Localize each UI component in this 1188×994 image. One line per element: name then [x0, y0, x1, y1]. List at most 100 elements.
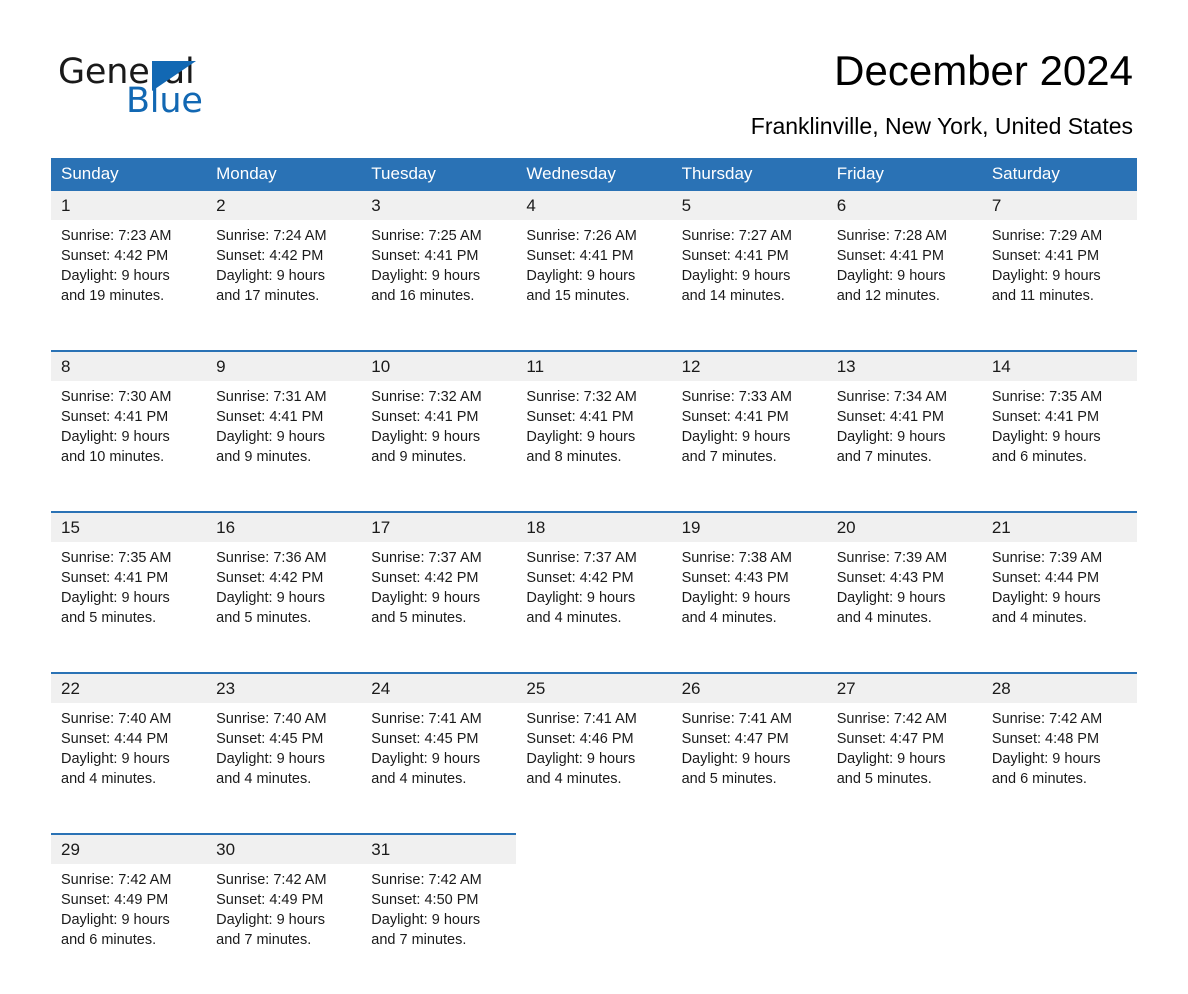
day-number[interactable]: 31: [361, 833, 517, 864]
day-cell[interactable]: Sunrise: 7:23 AM Sunset: 4:42 PM Dayligh…: [51, 220, 207, 351]
day-cell[interactable]: Sunrise: 7:40 AM Sunset: 4:45 PM Dayligh…: [206, 703, 362, 834]
sunrise-text: Sunrise: 7:42 AM: [836, 711, 948, 727]
daylight-text-line1: Daylight: 9 hours: [61, 268, 170, 284]
day-cell[interactable]: Sunrise: 7:33 AM Sunset: 4:41 PM Dayligh…: [671, 381, 827, 512]
day-cell[interactable]: Sunrise: 7:41 AM Sunset: 4:45 PM Dayligh…: [361, 703, 517, 834]
sunrise-text: Sunrise: 7:24 AM: [216, 228, 327, 244]
day-number[interactable]: 1: [51, 191, 207, 220]
day-number[interactable]: 6: [826, 191, 982, 220]
sunrise-text: Sunrise: 7:31 AM: [216, 389, 327, 405]
sunrise-text: Sunrise: 7:42 AM: [216, 872, 327, 888]
day-cell[interactable]: Sunrise: 7:25 AM Sunset: 4:41 PM Dayligh…: [361, 220, 517, 351]
day-cell[interactable]: Sunrise: 7:35 AM Sunset: 4:41 PM Dayligh…: [981, 381, 1137, 512]
daylight-text-line2: and 4 minutes.: [216, 771, 312, 787]
day-number[interactable]: 7: [981, 191, 1137, 220]
day-number[interactable]: 9: [206, 350, 362, 381]
day-number[interactable]: 28: [981, 672, 1137, 703]
day-cell[interactable]: Sunrise: 7:32 AM Sunset: 4:41 PM Dayligh…: [361, 381, 517, 512]
day-cell-empty: [516, 864, 672, 994]
day-number[interactable]: 22: [51, 672, 207, 703]
day-cell[interactable]: Sunrise: 7:32 AM Sunset: 4:41 PM Dayligh…: [516, 381, 672, 512]
daylight-text-line2: and 7 minutes.: [836, 449, 932, 465]
daylight-text-line2: and 4 minutes.: [61, 771, 157, 787]
daylight-text-line2: and 15 minutes.: [526, 288, 630, 304]
day-cell[interactable]: Sunrise: 7:42 AM Sunset: 4:49 PM Dayligh…: [206, 864, 362, 994]
day-cell[interactable]: Sunrise: 7:37 AM Sunset: 4:42 PM Dayligh…: [361, 542, 517, 673]
day-number[interactable]: 11: [516, 350, 672, 381]
sunset-text: Sunset: 4:41 PM: [371, 248, 479, 264]
sunset-text: Sunset: 4:46 PM: [526, 731, 634, 747]
weekday-header-thursday: Thursday: [671, 158, 827, 191]
daylight-text-line1: Daylight: 9 hours: [991, 751, 1101, 767]
location-subtitle: Franklinville, New York, United States: [750, 113, 1133, 139]
page-title: December 2024: [834, 47, 1133, 94]
day-number[interactable]: 18: [516, 511, 672, 542]
day-number[interactable]: 19: [671, 511, 827, 542]
day-cell[interactable]: Sunrise: 7:28 AM Sunset: 4:41 PM Dayligh…: [826, 220, 982, 351]
day-cell[interactable]: Sunrise: 7:39 AM Sunset: 4:44 PM Dayligh…: [981, 542, 1137, 673]
day-cell[interactable]: Sunrise: 7:40 AM Sunset: 4:44 PM Dayligh…: [51, 703, 207, 834]
day-number[interactable]: 17: [361, 511, 517, 542]
day-number[interactable]: 4: [516, 191, 672, 220]
day-number[interactable]: 27: [826, 672, 982, 703]
day-cell[interactable]: Sunrise: 7:42 AM Sunset: 4:50 PM Dayligh…: [361, 864, 517, 994]
day-number[interactable]: 21: [981, 511, 1137, 542]
day-cell[interactable]: Sunrise: 7:29 AM Sunset: 4:41 PM Dayligh…: [981, 220, 1137, 351]
day-number[interactable]: 25: [516, 672, 672, 703]
day-number[interactable]: 23: [206, 672, 362, 703]
day-cell[interactable]: Sunrise: 7:37 AM Sunset: 4:42 PM Dayligh…: [516, 542, 672, 673]
day-number[interactable]: 20: [826, 511, 982, 542]
daylight-text-line1: Daylight: 9 hours: [526, 429, 636, 445]
day-number[interactable]: 5: [671, 191, 827, 220]
day-cell[interactable]: Sunrise: 7:41 AM Sunset: 4:47 PM Dayligh…: [671, 703, 827, 834]
day-number[interactable]: 29: [51, 833, 207, 864]
day-cell[interactable]: Sunrise: 7:39 AM Sunset: 4:43 PM Dayligh…: [826, 542, 982, 673]
sunrise-text: Sunrise: 7:34 AM: [836, 389, 948, 405]
day-cell[interactable]: Sunrise: 7:36 AM Sunset: 4:42 PM Dayligh…: [206, 542, 362, 673]
sunset-text: Sunset: 4:41 PM: [61, 409, 169, 425]
day-cell[interactable]: Sunrise: 7:42 AM Sunset: 4:48 PM Dayligh…: [981, 703, 1137, 834]
daylight-text-line2: and 5 minutes.: [216, 610, 312, 626]
day-number[interactable]: 8: [51, 350, 207, 381]
day-number[interactable]: 12: [671, 350, 827, 381]
sunset-text: Sunset: 4:49 PM: [61, 892, 169, 908]
day-cell[interactable]: Sunrise: 7:30 AM Sunset: 4:41 PM Dayligh…: [51, 381, 207, 512]
day-number[interactable]: 16: [206, 511, 362, 542]
day-number[interactable]: 30: [206, 833, 362, 864]
day-cell[interactable]: Sunrise: 7:24 AM Sunset: 4:42 PM Dayligh…: [206, 220, 362, 351]
day-cell[interactable]: Sunrise: 7:42 AM Sunset: 4:49 PM Dayligh…: [51, 864, 207, 994]
day-number[interactable]: 2: [206, 191, 362, 220]
day-number[interactable]: 14: [981, 350, 1137, 381]
week-row-daynumbers: 15 16 17 18 19 20 21: [51, 511, 1137, 542]
day-number[interactable]: 26: [671, 672, 827, 703]
day-number[interactable]: 15: [51, 511, 207, 542]
day-number[interactable]: 10: [361, 350, 517, 381]
sunset-text: Sunset: 4:42 PM: [371, 570, 479, 586]
day-cell[interactable]: Sunrise: 7:27 AM Sunset: 4:41 PM Dayligh…: [671, 220, 827, 351]
sunset-text: Sunset: 4:42 PM: [216, 248, 324, 264]
day-cell-empty: [981, 864, 1137, 994]
day-cell[interactable]: Sunrise: 7:26 AM Sunset: 4:41 PM Dayligh…: [516, 220, 672, 351]
daylight-text-line1: Daylight: 9 hours: [216, 429, 325, 445]
day-cell[interactable]: Sunrise: 7:34 AM Sunset: 4:41 PM Dayligh…: [826, 381, 982, 512]
week-row-details: Sunrise: 7:30 AM Sunset: 4:41 PM Dayligh…: [51, 381, 1137, 512]
sunrise-text: Sunrise: 7:41 AM: [526, 711, 637, 727]
day-number[interactable]: 3: [361, 191, 517, 220]
sunset-text: Sunset: 4:42 PM: [526, 570, 634, 586]
day-cell[interactable]: Sunrise: 7:42 AM Sunset: 4:47 PM Dayligh…: [826, 703, 982, 834]
sunrise-text: Sunrise: 7:29 AM: [991, 228, 1103, 244]
daylight-text-line2: and 4 minutes.: [991, 610, 1087, 626]
daylight-text-line1: Daylight: 9 hours: [216, 590, 325, 606]
daylight-text-line1: Daylight: 9 hours: [681, 590, 791, 606]
week-row-daynumbers: 22 23 24 25 26 27 28: [51, 672, 1137, 703]
sunset-text: Sunset: 4:41 PM: [681, 248, 789, 264]
day-cell[interactable]: Sunrise: 7:38 AM Sunset: 4:43 PM Dayligh…: [671, 542, 827, 673]
daylight-text-line2: and 16 minutes.: [371, 288, 475, 304]
daylight-text-line1: Daylight: 9 hours: [371, 751, 481, 767]
day-cell[interactable]: Sunrise: 7:31 AM Sunset: 4:41 PM Dayligh…: [206, 381, 362, 512]
day-number[interactable]: 24: [361, 672, 517, 703]
day-cell[interactable]: Sunrise: 7:41 AM Sunset: 4:46 PM Dayligh…: [516, 703, 672, 834]
daylight-text-line2: and 8 minutes.: [526, 449, 622, 465]
day-cell[interactable]: Sunrise: 7:35 AM Sunset: 4:41 PM Dayligh…: [51, 542, 207, 673]
day-number[interactable]: 13: [826, 350, 982, 381]
